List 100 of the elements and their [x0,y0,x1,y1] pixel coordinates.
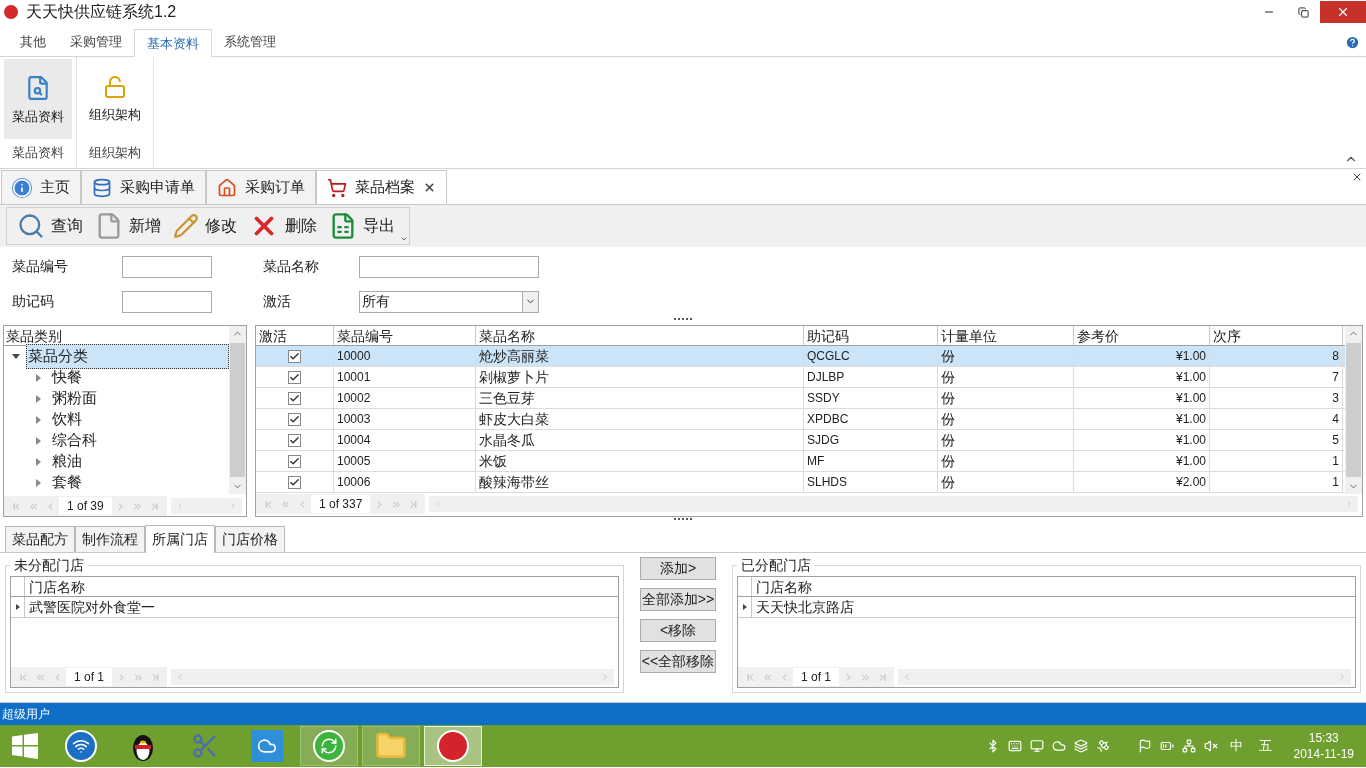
database-icon [92,177,112,198]
row-pointer-icon [742,604,747,610]
scrollbar-thumb[interactable] [230,343,245,477]
ribbon-tab[interactable]: 采购管理 [58,28,134,56]
ribbon-button[interactable]: 组织架构 [81,59,149,139]
table-row[interactable]: 10006 酸辣海带丝 SLHDS 份 ¥2.00 1 [256,472,1345,493]
document-tab[interactable]: 主页 [1,170,81,204]
table-cell: 1 [1210,451,1343,471]
text-field[interactable] [359,255,539,278]
transfer-button[interactable]: <<全部移除 [640,650,716,673]
table-cell: ¥1.00 [1074,346,1210,366]
ribbon-tab[interactable]: 其他 [8,28,58,56]
refresh-icon [313,730,345,762]
active-checkbox[interactable] [288,433,301,447]
table-row[interactable]: 10002 三色豆芽 SSDY 份 ¥1.00 3 [256,388,1345,409]
table-cell: DJLBP [804,367,938,387]
group-title: 未分配门店 [13,556,85,575]
toolbar-button[interactable]: 新增 [89,208,167,244]
current-user-label: 超级用户 [2,706,50,723]
tree-item[interactable]: 粥粉面 [51,387,98,410]
table-row[interactable]: 10004 水晶冬瓜 SJDG 份 ¥1.00 5 [256,430,1345,451]
column-header[interactable]: 助记码 [804,326,938,345]
column-header[interactable]: 菜品名称 [476,326,804,345]
filter-label: 菜品编号 [12,257,69,276]
tree-item[interactable]: 快餐 [51,366,83,389]
active-checkbox[interactable] [288,370,301,384]
horizontal-scrollbar[interactable] [171,669,614,685]
active-checkbox[interactable] [288,412,301,426]
table-row[interactable]: 10001 剁椒萝卜片 DJLBP 份 ¥1.00 7 [256,367,1345,388]
document-tab[interactable]: 菜品档案 [316,170,447,204]
toolbar-button[interactable]: 导出 [323,208,401,244]
column-header[interactable]: 次序 [1210,326,1343,345]
tree-item[interactable]: 饮料 [51,408,83,431]
table-cell: 4 [1210,409,1343,429]
text-field[interactable] [122,290,212,313]
tree-item[interactable]: 套餐 [51,471,83,494]
vertical-scrollbar[interactable] [229,326,246,494]
ribbon-tab[interactable]: 系统管理 [212,28,288,56]
toolbar-button[interactable]: 删除 [243,208,323,244]
table-cell: 米饭 [476,451,804,471]
active-checkbox[interactable] [288,454,301,468]
detail-tab[interactable]: 制作流程 [75,526,145,552]
table-cell: ¥1.00 [1074,430,1210,450]
cart-icon [327,177,347,198]
filter-label: 激活 [262,292,292,311]
column-header: 门店名称 [755,578,813,596]
detail-tab[interactable]: 所属门店 [145,525,215,553]
satellite-icon [1095,739,1110,753]
close-button[interactable] [1320,1,1366,23]
vertical-scrollbar[interactable] [1345,326,1362,494]
transfer-button[interactable]: <移除 [640,619,716,642]
column-header[interactable]: 菜品编号 [334,326,476,345]
horizontal-scrollbar[interactable] [898,669,1351,685]
tree-item[interactable]: 菜品分类 [26,344,229,369]
table-cell: 炝炒高丽菜 [476,346,804,366]
document-tab[interactable]: 采购订单 [206,170,316,204]
table-cell: 10000 [334,346,476,366]
active-checkbox[interactable] [288,349,301,363]
table-cell: ¥1.00 [1074,388,1210,408]
tree-item[interactable]: 综合科 [51,429,98,452]
active-checkbox[interactable] [288,475,301,489]
toolbar-button[interactable]: 修改 [167,208,243,244]
table-cell: ¥2.00 [1074,472,1210,492]
cloud-icon [1051,739,1066,753]
table-cell: 份 [938,388,1074,408]
table-row[interactable]: 10003 虾皮大白菜 XPDBC 份 ¥1.00 4 [256,409,1345,430]
scroll-right-icon [1344,499,1354,509]
active-checkbox[interactable] [288,391,301,405]
column-header[interactable]: 计量单位 [938,326,1074,345]
ribbon-button[interactable]: 菜品资料 [4,59,72,139]
document-tab[interactable]: 采购申请单 [81,170,206,204]
ribbon-tab[interactable]: 基本资料 [134,29,212,57]
table-row[interactable]: 10000 炝炒高丽菜 QCGLC 份 ¥1.00 8 [256,346,1345,367]
page-indicator: 1 of 337 [311,495,371,513]
windows-logo-icon [12,733,38,759]
table-cell: SJDG [804,430,938,450]
toolbar-button[interactable]: 查询 [11,208,89,244]
tree-item[interactable]: 粮油 [51,450,83,473]
table-row[interactable]: 10005 米饭 MF 份 ¥1.00 1 [256,451,1345,472]
table-cell: 水晶冬瓜 [476,430,804,450]
text-field[interactable] [122,255,212,278]
dropdown-field[interactable]: 所有 [359,290,539,313]
table-cell: 剁椒萝卜片 [476,367,804,387]
table-cell: ¥1.00 [1074,367,1210,387]
filter-label: 助记码 [12,292,55,311]
column-header[interactable]: 参考价 [1074,326,1210,345]
overflow-caret-icon [400,235,408,243]
horizontal-scrollbar[interactable] [170,498,242,514]
transfer-button[interactable]: 添加> [640,557,716,580]
detail-tab[interactable]: 菜品配方 [5,526,75,552]
restore-icon [1297,6,1309,18]
table-cell: 份 [938,409,1074,429]
page-indicator: 1 of 1 [66,668,113,686]
detail-tab[interactable]: 门店价格 [215,526,285,552]
column-header[interactable]: 激活 [256,326,334,345]
document-search-icon [25,75,51,101]
transfer-button[interactable]: 全部添加>> [640,588,716,611]
table-cell: 份 [938,367,1074,387]
horizontal-scrollbar[interactable] [429,496,1358,512]
scrollbar-thumb[interactable] [1346,343,1361,477]
